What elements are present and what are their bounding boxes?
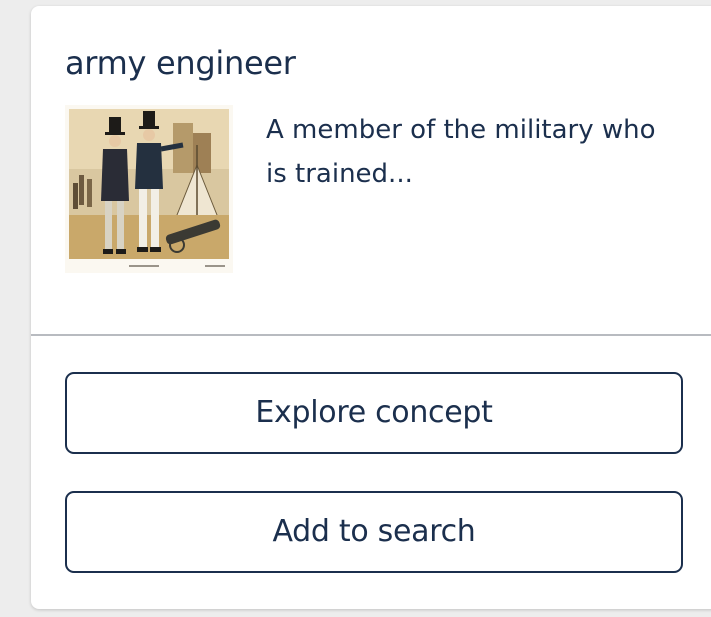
engraving-illustration xyxy=(65,105,233,273)
add-to-search-button[interactable]: Add to search xyxy=(65,491,683,573)
card-divider xyxy=(31,334,711,336)
concept-card: army engineer A member of the military w… xyxy=(31,6,711,609)
concept-thumbnail xyxy=(65,105,233,273)
explore-concept-button[interactable]: Explore concept xyxy=(65,372,683,454)
concept-title: army engineer xyxy=(65,44,296,82)
concept-description: A member of the military who is trained.… xyxy=(266,115,656,189)
